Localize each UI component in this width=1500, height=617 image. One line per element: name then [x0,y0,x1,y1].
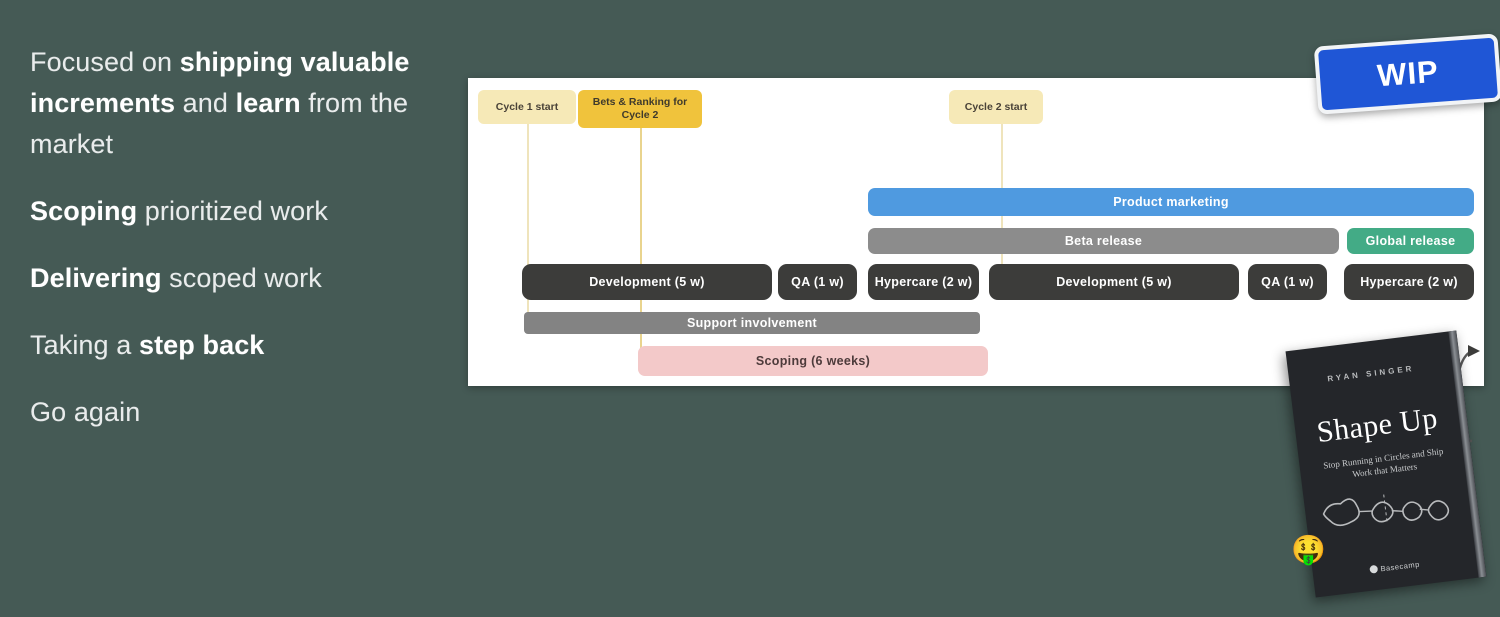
timeline-bar-qa-1[interactable]: QA (1 w) [778,264,857,300]
cycle-timeline-panel: Cycle 1 start Bets & Ranking for Cycle 2 C… [468,78,1484,443]
basecamp-logo-icon [1369,564,1378,574]
book-cover-artwork-icon [1322,494,1450,527]
bullet-text-run: Delivering [30,263,162,293]
timeline-bar-product-marketing[interactable]: Product marketing [868,188,1474,216]
timeline-bar-hypercare-2[interactable]: Hypercare (2 w) [1344,264,1474,300]
bullet-5: Go again [30,392,440,433]
bullet-text-run: Taking a [30,330,139,360]
timeline-bar-scoping[interactable]: Scoping (6 weeks) [638,346,988,376]
book-author: RYAN SINGER [1326,363,1415,384]
wip-badge-label: WIP [1375,53,1440,94]
timeline-bar-beta-release[interactable]: Beta release [868,228,1339,254]
bullet-text-run: Scoping [30,196,138,226]
timeline-bar-development-2[interactable]: Development (5 w) [989,264,1239,300]
money-face-emoji-icon: 🤑 [1291,534,1326,565]
bullet-text-run: Focused on [30,47,180,77]
milestone-cycle-1-start[interactable]: Cycle 1 start [478,90,576,124]
bullet-text-run: learn [235,88,301,118]
bullet-text-run: Go again [30,397,141,427]
timeline-bar-global-release[interactable]: Global release [1347,228,1474,254]
timeline-bar-hypercare-1[interactable]: Hypercare (2 w) [868,264,979,300]
bullet-3: Delivering scoped work [30,258,440,299]
timeline-bar-development-1[interactable]: Development (5 w) [522,264,772,300]
bullet-list: Focused on shipping valuable increments … [30,42,440,459]
bullet-4: Taking a step back [30,325,440,366]
timeline-canvas: Cycle 1 start Bets & Ranking for Cycle 2 C… [468,78,1484,386]
book-publisher: Basecamp [1313,553,1477,582]
bullet-text-run: step back [138,330,265,360]
timeline-bar-qa-2[interactable]: QA (1 w) [1248,264,1327,300]
bullet-text-run: prioritized work [137,196,328,226]
book-title: Shape Up [1314,401,1440,450]
timeline-bar-support-involvement[interactable]: Support involvement [524,312,980,334]
milestone-cycle-2-start[interactable]: Cycle 2 start [949,90,1043,124]
book-publisher-label: Basecamp [1379,559,1421,574]
book-subtitle: Stop Running in Circles and Ship Work th… [1322,445,1444,480]
bullet-text-run: and [175,88,236,118]
wip-badge: WIP [1313,33,1500,115]
bullet-1: Focused on shipping valuable increments … [30,42,440,165]
milestone-bets-ranking-cycle-2[interactable]: Bets & Ranking for Cycle 2 [578,90,702,128]
bullet-text-run: scoped work [161,263,322,293]
bullet-2: Scoping prioritized work [30,191,440,232]
